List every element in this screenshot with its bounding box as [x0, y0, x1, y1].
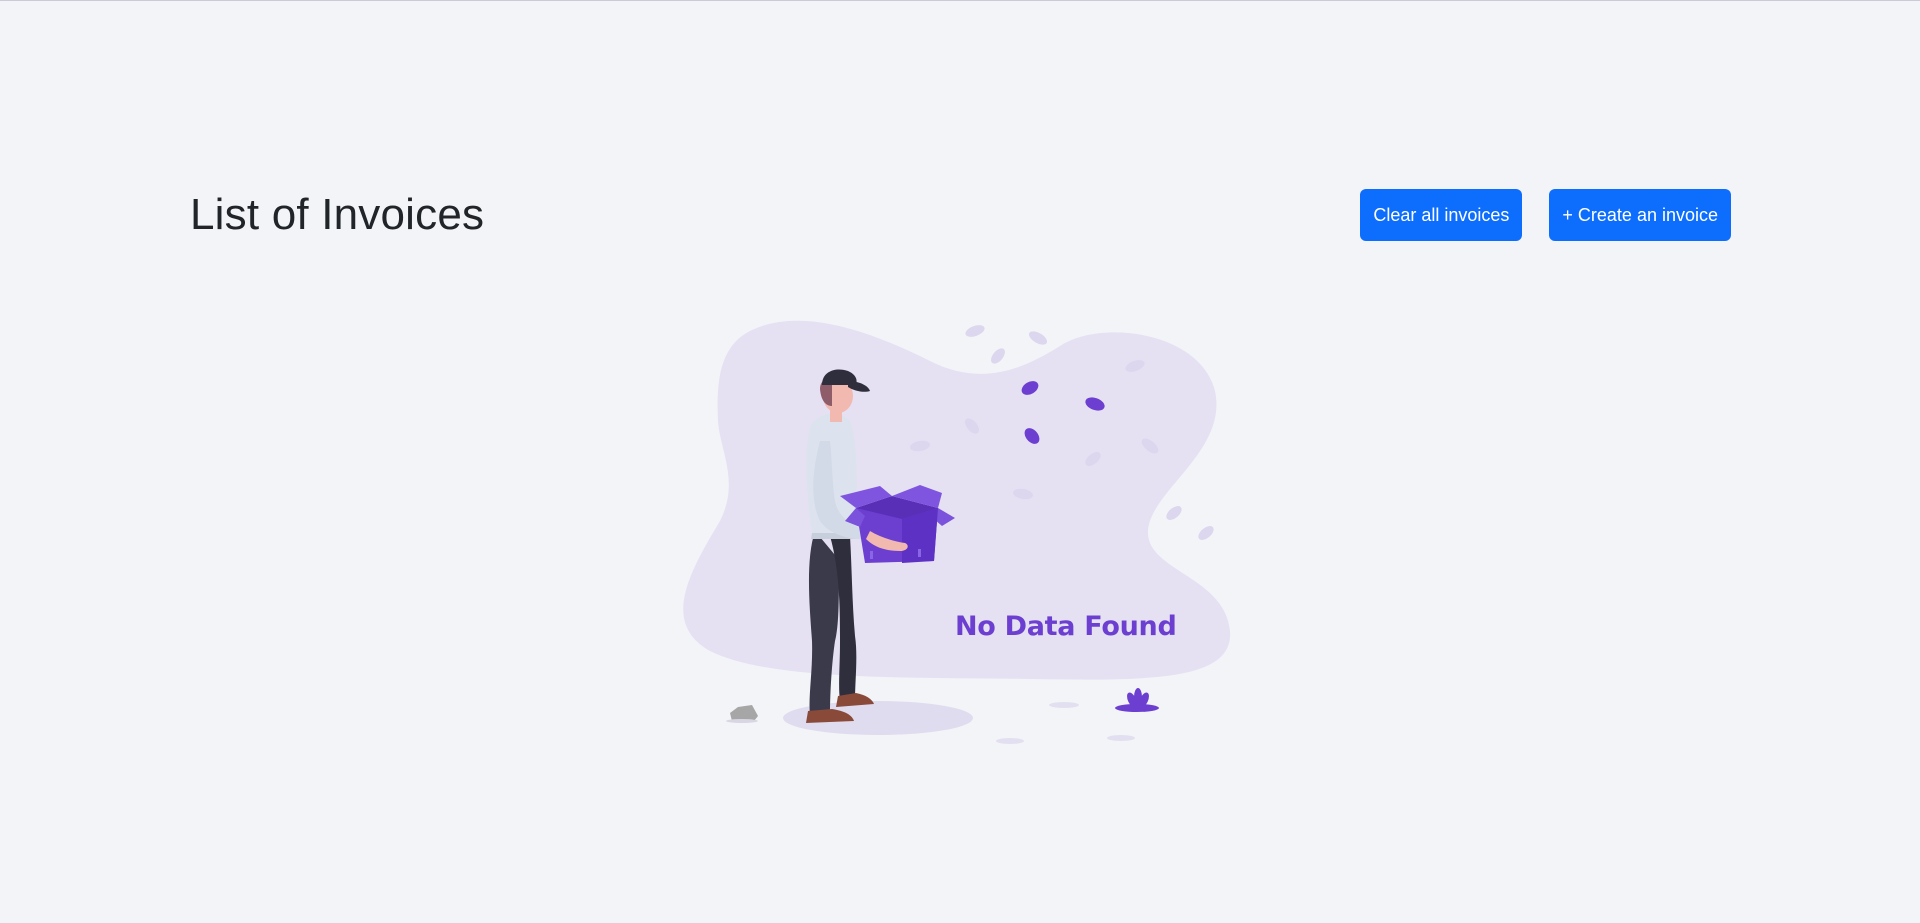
plant — [1115, 688, 1159, 712]
clear-invoices-button[interactable]: Clear all invoices — [1360, 189, 1523, 241]
create-invoice-button[interactable]: + Create an invoice — [1549, 189, 1731, 241]
page-title: List of Invoices — [190, 190, 485, 239]
header-actions: Clear all invoices + Create an invoice — [1360, 189, 1731, 241]
empty-state-illustration — [683, 320, 1231, 744]
page-header: List of Invoices Clear all invoices + Cr… — [190, 187, 1731, 243]
invoice-list-page: List of Invoices Clear all invoices + Cr… — [0, 0, 1920, 923]
empty-state-message: No Data Found — [955, 611, 1177, 642]
rock — [730, 705, 758, 721]
